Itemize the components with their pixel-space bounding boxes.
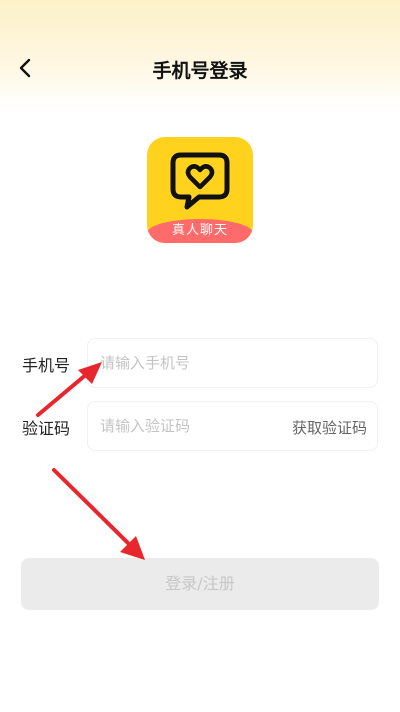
code-label: 验证码	[22, 419, 71, 438]
code-field[interactable]: 获取验证码	[87, 401, 378, 451]
heart-chat-bubble-icon	[170, 152, 230, 210]
phone-field[interactable]	[87, 338, 378, 388]
logo-ribbon-text: 真人聊天	[147, 219, 253, 243]
phone-label: 手机号	[22, 356, 71, 375]
page-title: 手机号登录	[152, 60, 248, 82]
nav-bar: 手机号登录	[0, 48, 400, 88]
login-register-button[interactable]: 登录/注册	[21, 558, 379, 610]
annotation-arrow-submit	[52, 468, 145, 560]
phone-input[interactable]	[100, 339, 280, 387]
app-logo: 真人聊天	[147, 137, 253, 243]
get-code-button[interactable]: 获取验证码	[292, 417, 367, 438]
code-input[interactable]	[100, 402, 280, 450]
